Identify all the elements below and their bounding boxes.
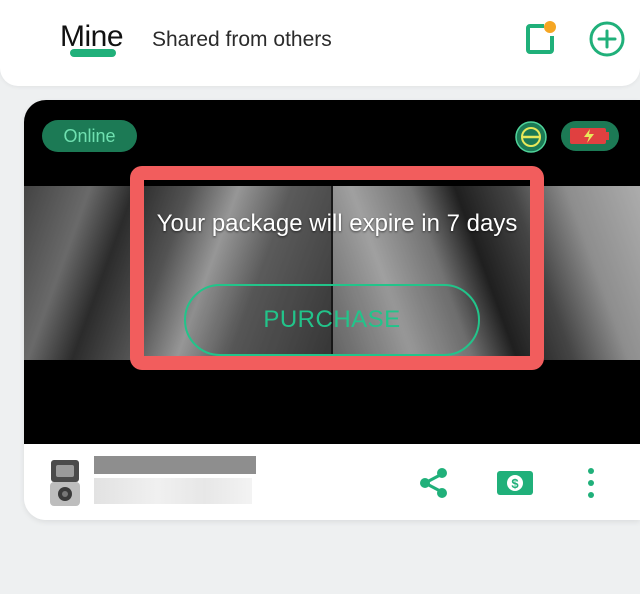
privacy-icon[interactable] [514, 120, 548, 154]
active-tab-indicator [70, 49, 116, 57]
camera-card[interactable]: Online Your package will expire in 7 day… [24, 100, 640, 520]
card-footer: $ [24, 444, 640, 520]
expiry-message: Your package will expire in 7 days [156, 210, 518, 237]
device-name-redacted [94, 456, 256, 474]
svg-text:$: $ [511, 476, 519, 491]
camera-device-icon [50, 460, 80, 506]
status-badge: Online [42, 120, 137, 152]
cloud-storage-icon[interactable]: $ [496, 468, 534, 498]
tab-shared-from-others[interactable]: Shared from others [152, 28, 332, 52]
plus-circle-icon[interactable] [588, 20, 626, 58]
device-info-redacted [94, 478, 252, 504]
share-icon[interactable] [416, 466, 450, 500]
more-vertical-icon[interactable] [584, 466, 598, 500]
battery-charging-icon [561, 121, 619, 151]
message-notification-icon[interactable] [520, 20, 558, 58]
purchase-button[interactable]: PURCHASE [184, 284, 480, 356]
camera-preview[interactable]: Online Your package will expire in 7 day… [24, 100, 640, 444]
top-bar: Mine Shared from others [0, 0, 640, 86]
